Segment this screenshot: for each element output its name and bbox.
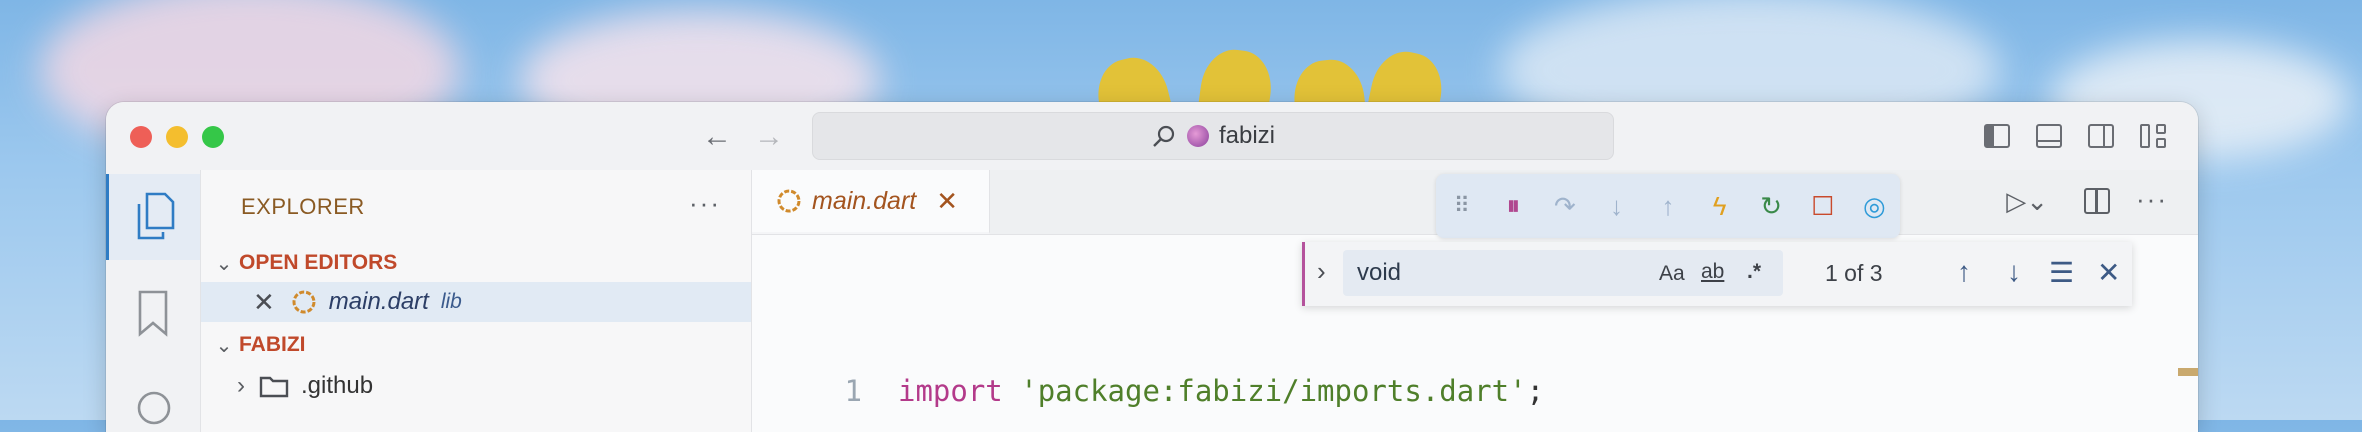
- toggle-panel-icon[interactable]: [2036, 124, 2062, 148]
- editor-area: main.dart ✕ ▷⌄ ··· ⠿ ⏸ ↷ ↓ ↑ ϟ ↻ ☐ ◎ › v…: [752, 170, 2198, 432]
- find-input[interactable]: void Aa ab .*: [1343, 250, 1783, 296]
- folder-icon: [259, 376, 289, 398]
- activity-explorer[interactable]: [106, 174, 200, 260]
- regex-toggle[interactable]: .*: [1747, 260, 1761, 284]
- step-over-icon[interactable]: ↷: [1539, 191, 1591, 222]
- minimize-window-button[interactable]: [166, 126, 188, 148]
- close-icon[interactable]: ✕: [253, 287, 275, 318]
- find-widget: › void Aa ab .* 1 of 3 ↑ ↓ ☰ ✕: [1302, 242, 2132, 306]
- split-editor-icon[interactable]: [2084, 188, 2110, 214]
- hot-reload-icon[interactable]: ϟ: [1694, 191, 1746, 222]
- project-avatar-icon: [1186, 125, 1209, 147]
- tab-main-dart[interactable]: main.dart ✕: [752, 170, 990, 234]
- arrow-right-icon[interactable]: →: [754, 122, 784, 152]
- sidebar-more-button[interactable]: ···: [689, 188, 721, 219]
- close-icon[interactable]: ✕: [2097, 256, 2120, 289]
- open-editor-filename: main.dart: [328, 288, 429, 315]
- code-keyword: import: [898, 374, 1003, 408]
- explorer-sidebar: EXPLORER ··· ⌄ OPEN EDITORS ✕ main.dart …: [201, 170, 752, 432]
- find-input-value: void: [1357, 259, 1402, 286]
- files-icon: [137, 192, 175, 240]
- sidebar-title: EXPLORER: [241, 194, 365, 219]
- close-window-button[interactable]: [130, 126, 152, 148]
- code-line[interactable]: 1 import 'package:fabizi/imports.dart' ;: [752, 366, 1545, 416]
- title-bar: ← → fabizi: [106, 102, 2198, 171]
- scrollbar-match-marker: [2178, 368, 2198, 376]
- section-project[interactable]: ⌄ FABIZI: [201, 326, 751, 364]
- find-in-selection-icon[interactable]: ☰: [2049, 256, 2074, 289]
- tab-label: main.dart: [812, 186, 917, 215]
- close-icon[interactable]: ✕: [936, 186, 958, 217]
- folder-name: .github: [301, 372, 374, 399]
- zoom-window-button[interactable]: [202, 126, 224, 148]
- line-number: 1: [844, 374, 862, 408]
- stop-icon[interactable]: ☐: [1797, 191, 1849, 222]
- toggle-primary-sidebar-icon[interactable]: [1984, 124, 2010, 148]
- chevron-right-icon[interactable]: ›: [1317, 256, 1326, 287]
- drag-handle-icon[interactable]: ⠿: [1436, 193, 1488, 219]
- next-match-icon[interactable]: ↓: [2007, 256, 2021, 288]
- folder-item-github[interactable]: › .github: [201, 366, 751, 406]
- pause-icon[interactable]: ⏸: [1488, 190, 1540, 222]
- previous-match-icon[interactable]: ↑: [1957, 256, 1971, 288]
- step-out-icon[interactable]: ↑: [1642, 191, 1694, 222]
- dart-file-icon: [292, 290, 316, 314]
- devtools-icon[interactable]: ◎: [1849, 191, 1901, 222]
- code-string: 'package:fabizi/imports.dart': [1020, 374, 1527, 408]
- arrow-left-icon[interactable]: ←: [702, 122, 732, 152]
- search-icon: [1153, 125, 1175, 147]
- editor-more-button[interactable]: ···: [2136, 184, 2168, 215]
- section-project-label: FABIZI: [239, 333, 306, 356]
- command-center-text: fabizi: [1218, 122, 1276, 149]
- find-match-count: 1 of 3: [1825, 260, 1883, 286]
- match-case-toggle[interactable]: Aa: [1659, 262, 1685, 286]
- chevron-down-icon: ⌄: [215, 334, 233, 357]
- toggle-secondary-sidebar-icon[interactable]: [2088, 124, 2114, 148]
- section-open-editors-label: OPEN EDITORS: [239, 251, 398, 274]
- chevron-right-icon: ›: [237, 372, 245, 399]
- vscode-window: ← → fabizi EXPLORER ··· ⌄ OPEN EDITORS ✕…: [106, 102, 2198, 432]
- activity-bar: [106, 170, 201, 432]
- bookmark-icon[interactable]: [136, 290, 170, 338]
- search-activity-icon[interactable]: [134, 388, 174, 428]
- debug-toolbar: ⠿ ⏸ ↷ ↓ ↑ ϟ ↻ ☐ ◎: [1436, 174, 1900, 238]
- customize-layout-icon[interactable]: [2140, 124, 2166, 148]
- run-debug-button[interactable]: ▷⌄: [2006, 186, 2048, 217]
- section-open-editors[interactable]: ⌄ OPEN EDITORS: [201, 244, 751, 282]
- step-into-icon[interactable]: ↓: [1591, 191, 1643, 222]
- chevron-down-icon: ⌄: [215, 252, 233, 275]
- match-whole-word-toggle[interactable]: ab: [1701, 260, 1724, 284]
- open-editor-item[interactable]: ✕ main.dart lib: [201, 282, 751, 322]
- restart-icon[interactable]: ↻: [1745, 191, 1797, 222]
- dart-file-icon: [777, 189, 801, 213]
- command-center-search[interactable]: fabizi: [812, 112, 1614, 160]
- code-punctuation: ;: [1526, 374, 1545, 408]
- open-editor-path: lib: [440, 290, 462, 313]
